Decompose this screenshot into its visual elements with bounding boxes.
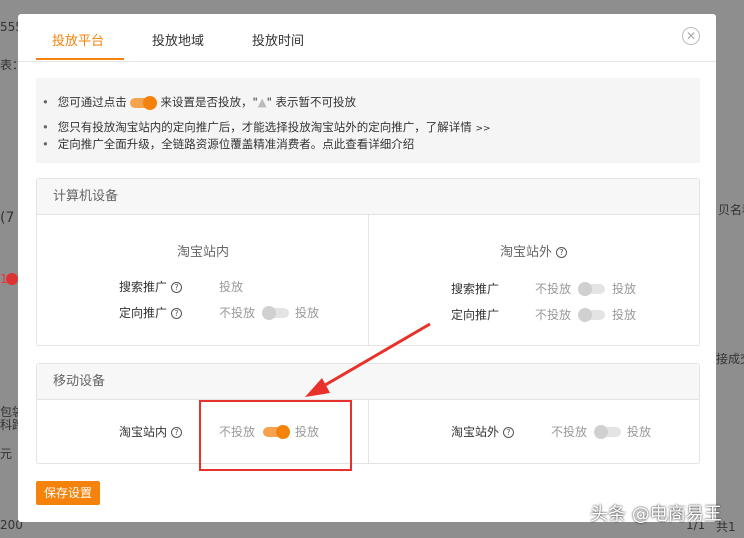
annotation-arrow-icon: [305, 322, 431, 397]
watermark: 头条 @电商易王: [590, 504, 722, 525]
